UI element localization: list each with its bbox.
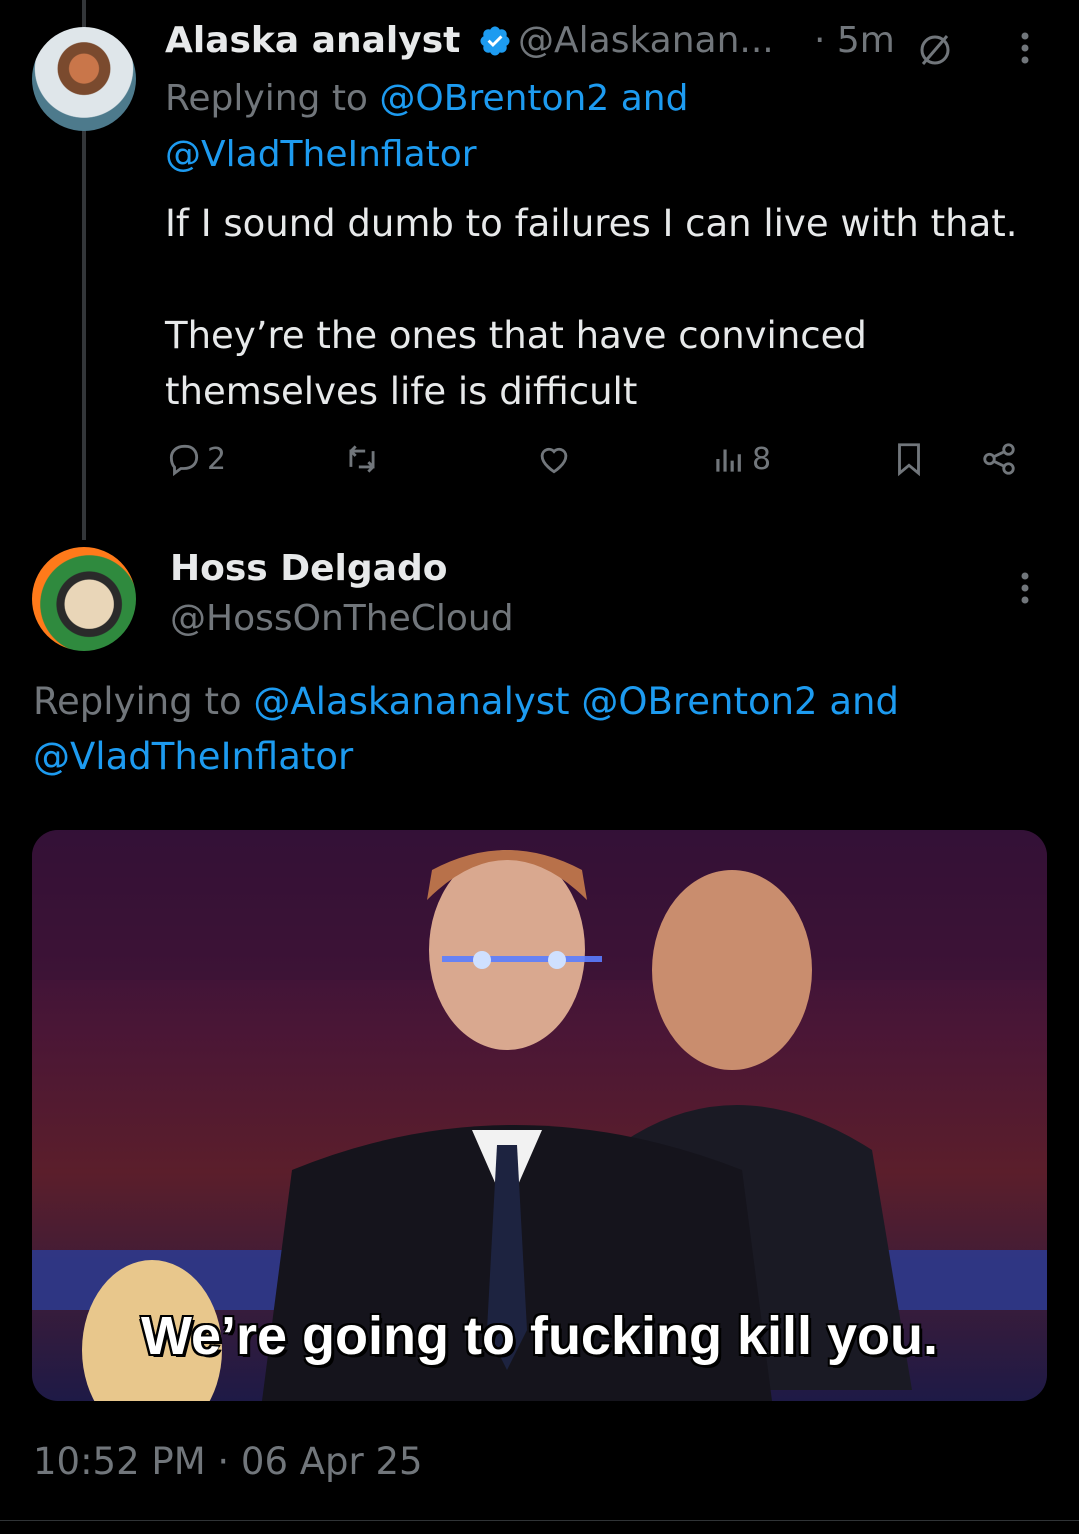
replying-and[interactable]: and: [818, 680, 899, 723]
mention-link[interactable]: @OBrenton2: [581, 680, 817, 723]
bookmark-button[interactable]: [890, 440, 928, 478]
like-button[interactable]: [535, 440, 573, 478]
tweet-time[interactable]: · 5m: [814, 20, 895, 61]
author-name[interactable]: Hoss Delgado: [170, 548, 447, 589]
retweet-icon: [349, 445, 375, 473]
media-caption: We’re going to fucking kill you.: [140, 1306, 939, 1366]
retweet-button[interactable]: [343, 440, 381, 478]
author-name-text[interactable]: Alaska analyst: [165, 20, 460, 61]
avatar-alaska-analyst[interactable]: [32, 27, 136, 131]
views-button[interactable]: 8: [710, 440, 771, 478]
reply-count: 2: [207, 441, 227, 477]
verified-badge-icon: [480, 26, 510, 56]
tweet-timestamp[interactable]: 10:52 PM · 06 Apr 25: [33, 1440, 423, 1483]
author-handle[interactable]: @Alaskanan...: [518, 20, 774, 61]
more-options-icon[interactable]: [1010, 28, 1040, 68]
reply-icon: [169, 444, 199, 477]
tweet-actions: 2 8: [165, 440, 1035, 490]
tweet-body: If I sound dumb to failures I can live w…: [165, 202, 1018, 413]
share-button[interactable]: [980, 440, 1018, 478]
avatar-hoss-delgado[interactable]: [32, 547, 136, 651]
author-handle[interactable]: @HossOnTheCloud: [170, 598, 514, 639]
replying-to-line: Replying to @OBrenton2 and: [165, 78, 688, 119]
views-chart-icon: [716, 449, 741, 472]
author-name[interactable]: Alaska analyst: [165, 20, 512, 61]
tweet-media-image[interactable]: We’re going to fucking kill you.: [32, 830, 1047, 1401]
mention-link[interactable]: @VladTheInflator: [33, 735, 353, 778]
views-count: 8: [752, 441, 772, 477]
more-options-icon[interactable]: [1010, 568, 1040, 608]
replying-prefix: Replying to: [165, 78, 380, 119]
mention-link[interactable]: @Alaskananalyst: [253, 680, 569, 723]
heart-icon: [540, 447, 568, 474]
replying-prefix: Replying to: [33, 680, 254, 723]
mention-link[interactable]: @OBrenton2: [379, 78, 609, 119]
divider: [0, 1520, 1079, 1521]
replying-and[interactable]: and: [609, 78, 689, 119]
bookmark-icon: [898, 443, 920, 477]
circle-slash-icon: [920, 35, 950, 65]
share-icon: [983, 443, 1015, 475]
mention-link[interactable]: @VladTheInflator: [165, 134, 477, 175]
replying-to-line: Replying to @Alaskananalyst @OBrenton2 a…: [33, 680, 899, 723]
reply-button[interactable]: 2: [165, 440, 226, 478]
